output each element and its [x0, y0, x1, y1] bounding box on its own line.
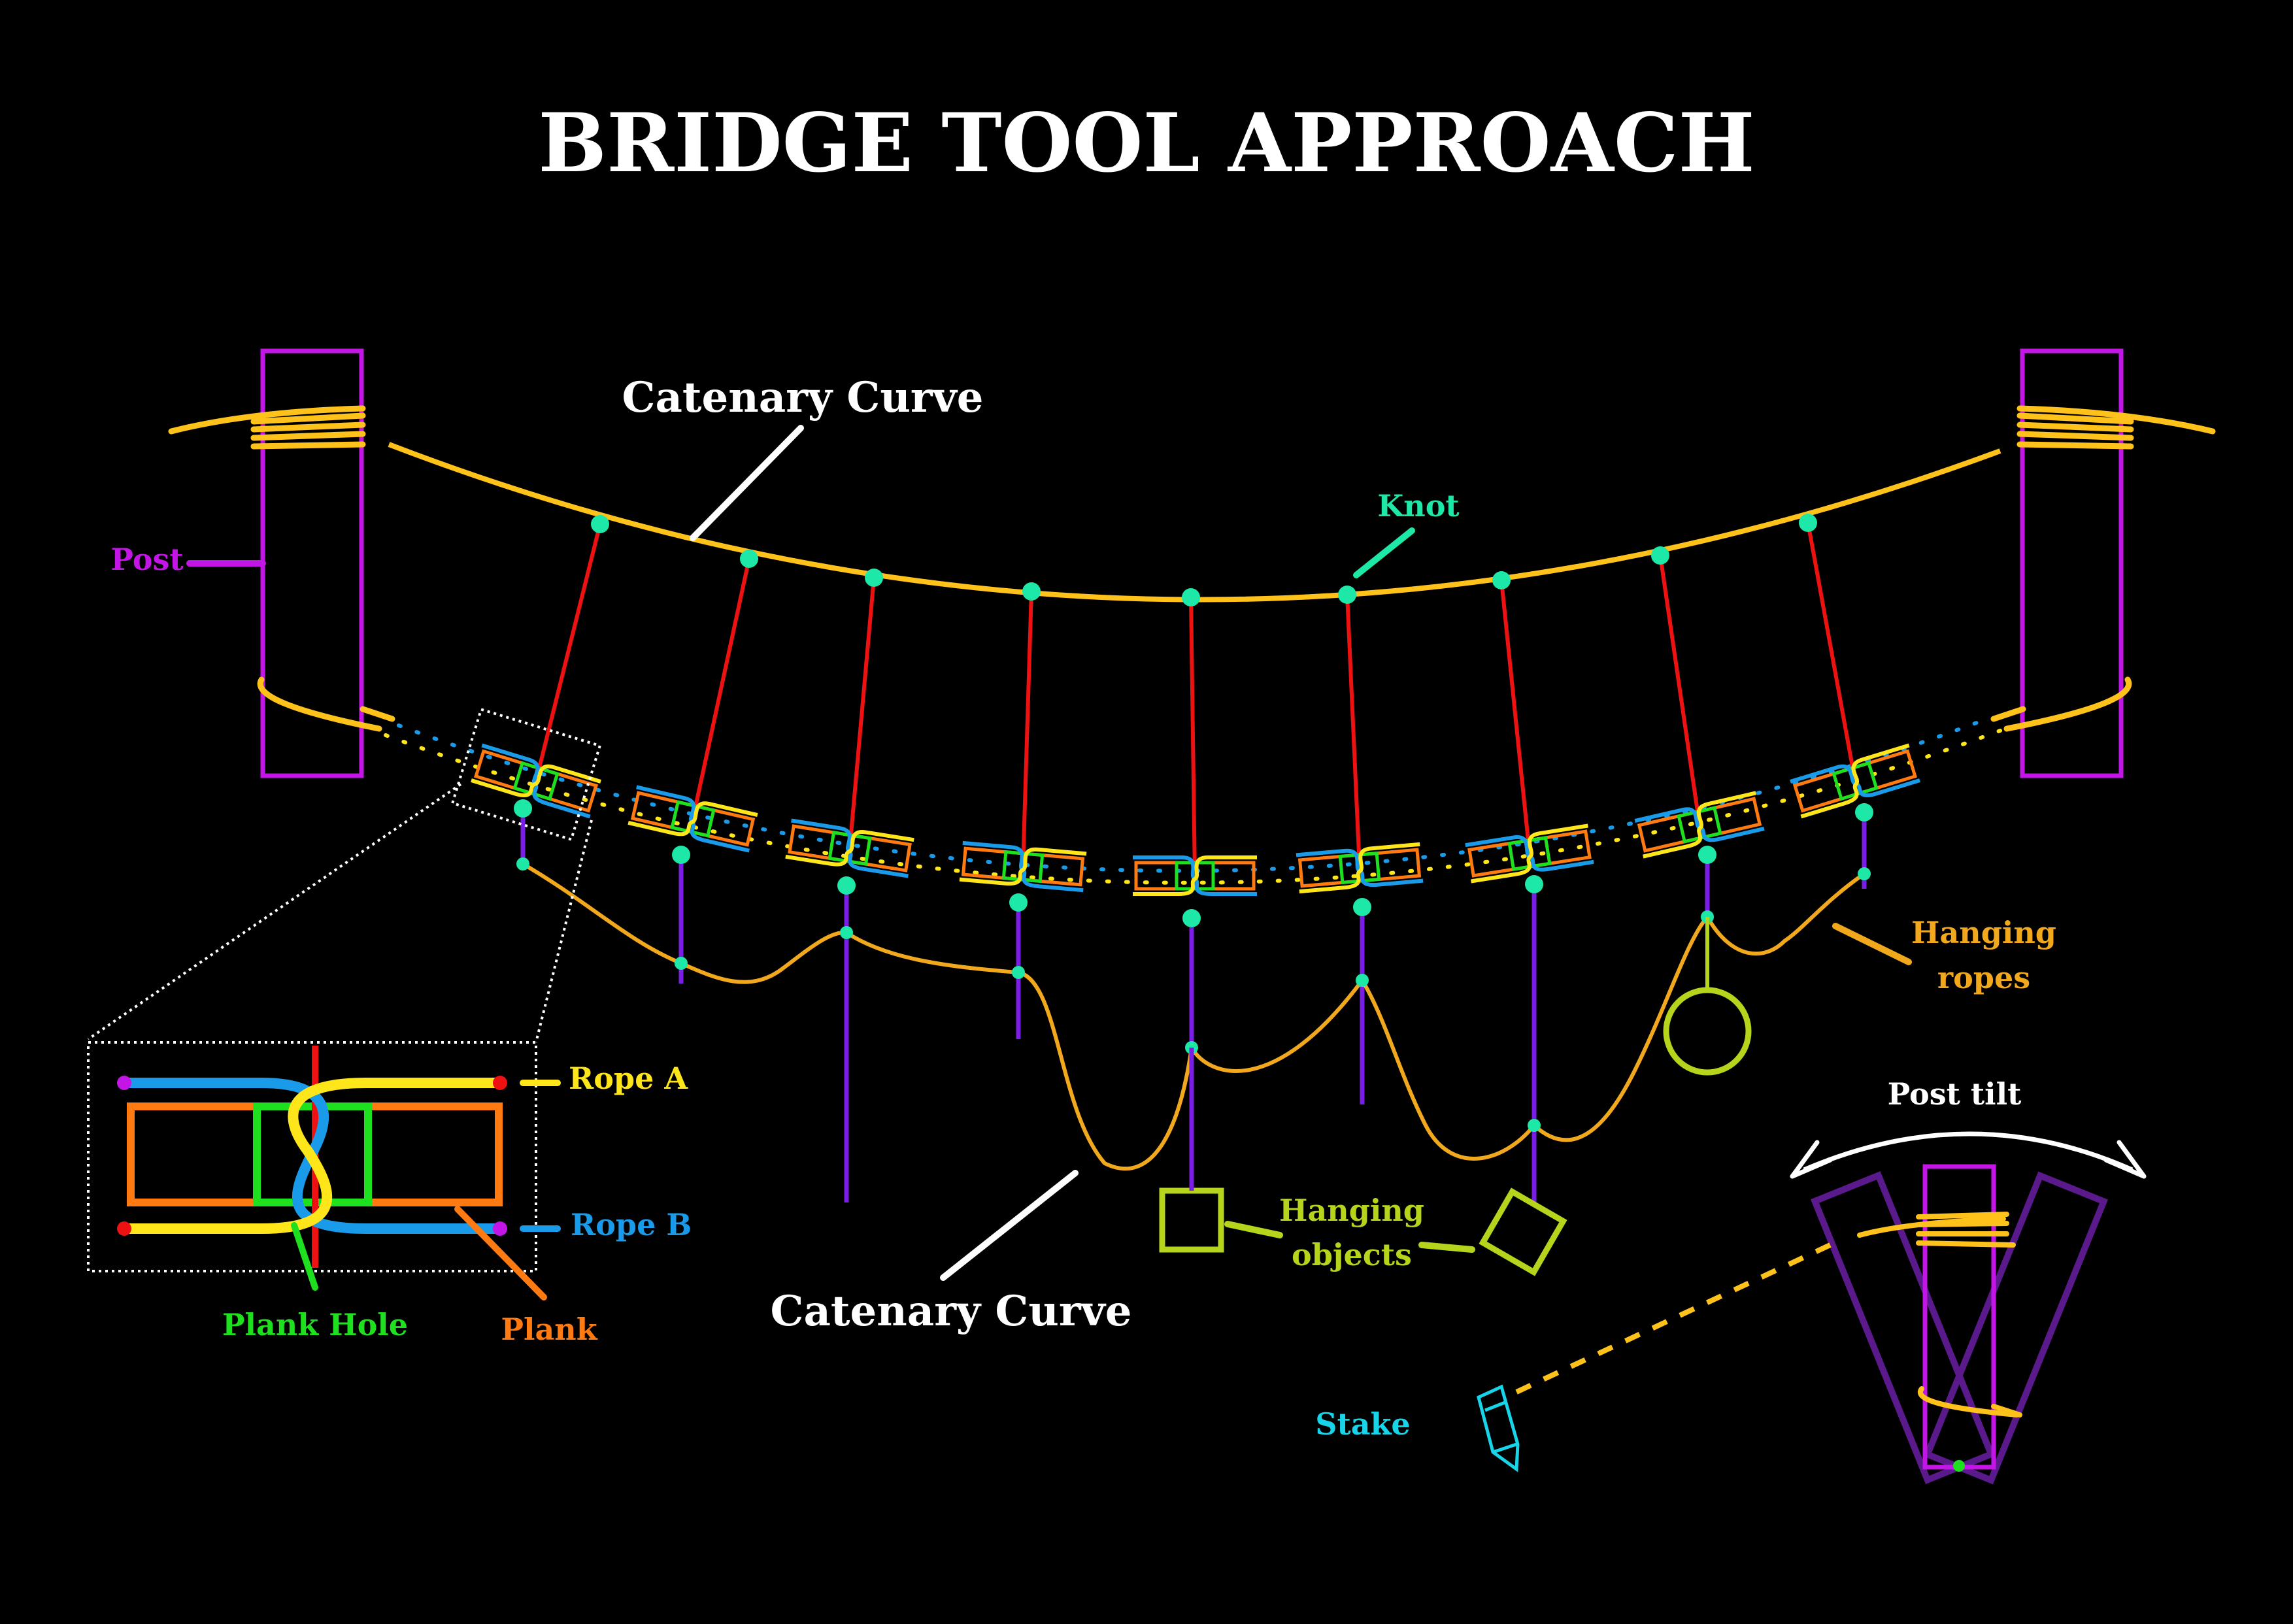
knot-top: [865, 569, 883, 587]
knot-deck: [1525, 875, 1543, 893]
knot-deck: [1698, 846, 1716, 864]
knot-deck: [1855, 803, 1873, 821]
knot-deck: [837, 876, 856, 895]
label-stake: Stake: [1315, 1406, 1410, 1442]
post-tilt-pivot: [1953, 1460, 1965, 1472]
label-hanging-ropes-line1: Hanging: [1911, 915, 2056, 950]
inset-rope-end: [117, 1076, 131, 1090]
hanging-knot: [1356, 974, 1369, 987]
hanging-knot: [1012, 966, 1025, 979]
knot-top: [591, 515, 609, 533]
knot-deck: [1182, 909, 1201, 927]
label-rope-a: Rope A: [569, 1061, 688, 1096]
label-post-tilt: Post tilt: [1888, 1076, 2022, 1112]
label-hanging-objects-line2: objects: [1292, 1237, 1412, 1272]
hanging-knot: [1858, 867, 1871, 880]
knot-top: [1492, 571, 1511, 589]
hanging-knot: [840, 926, 853, 939]
label-catenary-bottom: Catenary Curve: [771, 1287, 1132, 1336]
diagram-canvas: BRIDGE TOOL APPROACH Catenary Curve Cate…: [0, 0, 2293, 1621]
inset-rope-end: [117, 1221, 131, 1236]
background: [0, 0, 2293, 1621]
knot-deck: [514, 799, 532, 818]
knot-deck: [672, 846, 690, 864]
knot-deck: [1009, 893, 1028, 912]
hanging-knot: [516, 857, 529, 870]
label-hanging-ropes-line2: ropes: [1937, 960, 2030, 995]
inset-rope-end: [493, 1076, 507, 1090]
knot-top: [1022, 582, 1041, 601]
hanging-knot: [675, 957, 688, 970]
label-post: Post: [110, 542, 184, 577]
label-plank-hole: Plank Hole: [222, 1307, 408, 1342]
label-rope-b: Rope B: [571, 1207, 692, 1242]
knot-deck: [1353, 898, 1371, 916]
knot-top: [1338, 586, 1356, 604]
label-plank: Plank: [501, 1312, 597, 1347]
hanging-knot: [1528, 1119, 1541, 1132]
inset-rope-end: [493, 1221, 507, 1236]
page-title: BRIDGE TOOL APPROACH: [538, 96, 1754, 191]
knot-top: [1799, 514, 1817, 532]
knot-top: [1182, 588, 1200, 606]
diagram-svg: BRIDGE TOOL APPROACH Catenary Curve Cate…: [0, 0, 2293, 1621]
knot-top: [740, 550, 758, 568]
knot-top: [1651, 546, 1669, 565]
label-knot: Knot: [1377, 488, 1460, 523]
label-catenary-top: Catenary Curve: [622, 373, 984, 422]
hanging-objects-leader-right: [1418, 1242, 1475, 1253]
label-hanging-objects-line1: Hanging: [1279, 1193, 1424, 1228]
